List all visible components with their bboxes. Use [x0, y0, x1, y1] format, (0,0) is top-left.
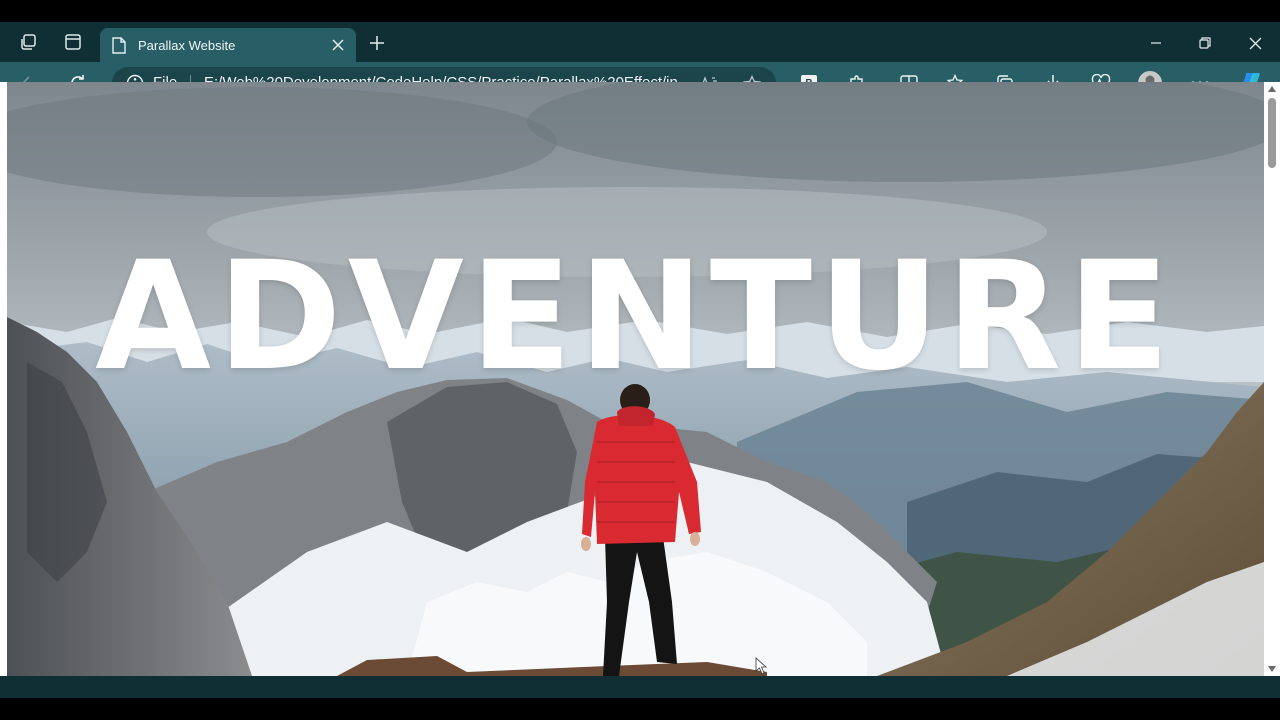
close-tab-icon[interactable] [328, 35, 348, 55]
workspaces-icon[interactable] [18, 31, 40, 53]
viewport-left-edge [0, 82, 7, 676]
mouse-cursor-icon [755, 657, 767, 675]
page-viewport[interactable]: ADVENTURE [7, 82, 1264, 676]
restore-icon[interactable] [1194, 32, 1216, 54]
tab-title: Parallax Website [138, 37, 236, 53]
minimize-icon[interactable] [1145, 32, 1167, 54]
scroll-down-icon[interactable] [1268, 666, 1276, 672]
screen-top-bar [0, 0, 1280, 22]
new-tab-icon[interactable] [366, 32, 388, 54]
tab-actions-icon[interactable] [62, 31, 84, 53]
tab-active[interactable]: Parallax Website [100, 28, 356, 62]
hero-title: ADVENTURE [95, 230, 1176, 404]
close-window-icon[interactable] [1244, 32, 1266, 54]
scrollbar-thumb[interactable] [1268, 98, 1276, 168]
vertical-scrollbar[interactable] [1264, 82, 1280, 676]
screen-bottom-bar [0, 698, 1280, 720]
tab-strip: Parallax Website [0, 22, 1280, 62]
scroll-up-icon[interactable] [1268, 86, 1276, 92]
page-icon [112, 36, 128, 54]
